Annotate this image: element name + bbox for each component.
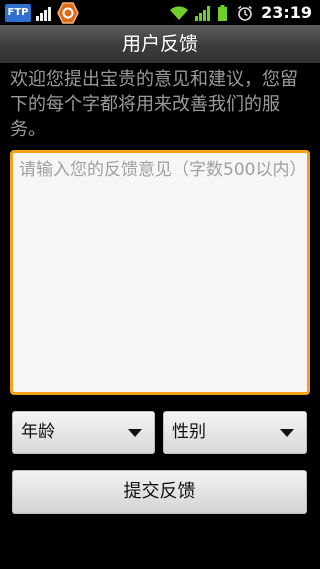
page-title: 用户反馈 <box>0 25 320 63</box>
clock-time: 23:19 <box>261 3 312 22</box>
notification-app-icon <box>57 1 79 24</box>
feedback-input[interactable] <box>13 153 307 392</box>
gender-dropdown-label: 性别 <box>172 422 206 442</box>
chevron-down-icon <box>280 429 294 437</box>
battery-icon <box>218 4 228 21</box>
age-dropdown-label: 年龄 <box>21 422 55 442</box>
feedback-box <box>10 150 310 395</box>
age-dropdown[interactable]: 年龄 <box>12 411 155 454</box>
cell-signal-icon <box>195 5 211 21</box>
wifi-icon <box>170 5 189 20</box>
gender-dropdown[interactable]: 性别 <box>163 411 307 454</box>
chevron-down-icon <box>128 429 142 437</box>
ftp-icon: FTP <box>5 3 31 22</box>
intro-text: 欢迎您提出宝贵的意见和建议，您留下的每个字都将用来改善我们的服务。 <box>10 69 298 140</box>
submit-feedback-button[interactable]: 提交反馈 <box>12 470 307 514</box>
signal-small-icon <box>36 5 51 21</box>
status-bar: FTP 23:19 <box>0 0 320 25</box>
alarm-icon <box>238 5 253 21</box>
